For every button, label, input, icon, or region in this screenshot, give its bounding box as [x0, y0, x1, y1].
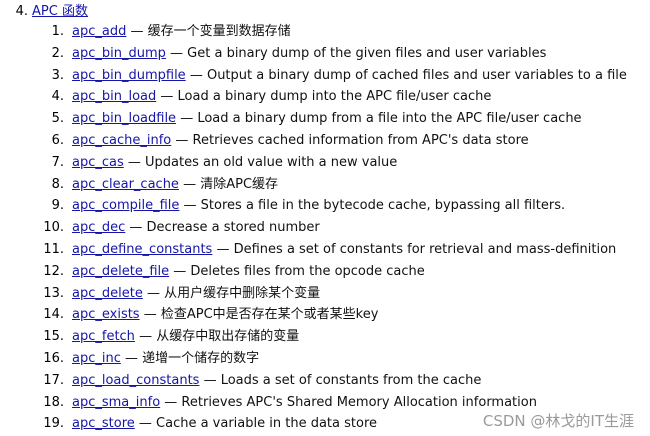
item-number: 5.: [51, 111, 64, 127]
list-item: 11. apc_define_constants — Defines a set …: [0, 239, 650, 261]
item-description: — Stores a file in the bytecode cache, b…: [183, 198, 566, 214]
function-link[interactable]: apc_bin_dump: [72, 46, 166, 61]
item-number: 6.: [51, 132, 64, 148]
function-link[interactable]: apc_inc: [72, 351, 121, 366]
item-number: 16.: [43, 350, 64, 366]
item-description: — Output a binary dump of cached files a…: [189, 67, 627, 83]
item-number: 17.: [43, 372, 64, 388]
item-number: 4.: [51, 89, 64, 105]
function-link[interactable]: apc_cache_info: [72, 133, 171, 148]
list-item: 9. apc_compile_file — Stores a file in th…: [0, 195, 650, 217]
list-item: 17. apc_load_constants — Loads a set of c…: [0, 370, 650, 392]
list-item: 13. apc_delete — 从用户缓存中删除某个变量: [0, 283, 650, 305]
list-item: 10. apc_dec — Decrease a stored number: [0, 217, 650, 239]
item-description: — Get a binary dump of the given files a…: [170, 45, 547, 61]
item-number: 13.: [43, 285, 64, 301]
function-link[interactable]: apc_store: [72, 416, 135, 431]
function-link[interactable]: apc_define_constants: [72, 242, 212, 257]
item-description: — Updates an old value with a new value: [127, 154, 398, 170]
list-item: 15. apc_fetch — 从缓存中取出存储的变量: [0, 326, 650, 348]
function-link[interactable]: apc_load_constants: [72, 373, 199, 388]
item-number: 8.: [51, 176, 64, 192]
function-link[interactable]: apc_cas: [72, 155, 124, 170]
item-number: 10.: [43, 220, 64, 236]
item-description: — Load a binary dump into the APC file/u…: [160, 89, 492, 105]
list-item: 6. apc_cache_info — Retrieves cached info…: [0, 130, 650, 152]
item-description: — Load a binary dump from a file into th…: [180, 111, 582, 127]
function-link[interactable]: apc_compile_file: [72, 198, 179, 213]
list-item: 7. apc_cas — Updates an old value with a …: [0, 152, 650, 174]
item-description: — Deletes files from the opcode cache: [173, 263, 425, 279]
item-number: 12.: [43, 263, 64, 279]
function-link[interactable]: apc_bin_dumpfile: [72, 68, 186, 83]
list-item: 5. apc_bin_loadfile — Load a binary dump …: [0, 108, 650, 130]
item-description: — Decrease a stored number: [129, 220, 320, 236]
list-item: 18. apc_sma_info — Retrieves APC's Shared…: [0, 392, 650, 414]
section-number: 4.: [15, 4, 28, 19]
item-number: 15.: [43, 329, 64, 345]
function-list: 1. apc_add — 缓存一个变量到数据存储 2. apc_bin_dump —…: [0, 21, 650, 435]
function-link[interactable]: apc_add: [72, 24, 126, 39]
item-description: — Retrieves cached information from APC'…: [175, 132, 529, 148]
item-number: 11.: [43, 241, 64, 257]
function-link[interactable]: apc_bin_loadfile: [72, 111, 176, 126]
item-description: — 从用户缓存中删除某个变量: [146, 285, 321, 301]
function-link[interactable]: apc_fetch: [72, 329, 135, 344]
function-link[interactable]: apc_exists: [72, 307, 140, 322]
item-number: 2.: [51, 45, 64, 61]
item-description: — 从缓存中取出存储的变量: [139, 329, 300, 345]
function-link[interactable]: apc_delete: [72, 286, 143, 301]
function-link[interactable]: apc_clear_cache: [72, 177, 179, 192]
item-number: 14.: [43, 307, 64, 323]
function-link[interactable]: apc_dec: [72, 220, 125, 235]
item-description: — Loads a set of constants from the cach…: [203, 372, 482, 388]
item-description: — Cache a variable in the data store: [138, 416, 378, 432]
item-number: 9.: [51, 198, 64, 214]
item-number: 1.: [51, 24, 64, 39]
item-description: — 缓存一个变量到数据存储: [130, 24, 291, 39]
section-list: 4. APC 函数 1. apc_add — 缓存一个变量到数据存储 2. apc_b…: [0, 2, 650, 435]
item-description: — 递增一个储存的数字: [125, 350, 260, 366]
list-item: 14. apc_exists — 检查APC中是否存在某个或者某些key: [0, 304, 650, 326]
list-item: 2. apc_bin_dump — Get a binary dump of th…: [0, 43, 650, 65]
item-description: — 检查APC中是否存在某个或者某些key: [143, 307, 379, 323]
item-number: 19.: [43, 416, 64, 432]
item-number: 3.: [51, 67, 64, 83]
item-description: — 清除APC缓存: [183, 176, 279, 192]
function-link[interactable]: apc_bin_load: [72, 89, 156, 104]
item-description: — Defines a set of constants for retriev…: [216, 241, 617, 257]
list-item: 4. apc_bin_load — Load a binary dump into…: [0, 86, 650, 108]
item-number: 7.: [51, 154, 64, 170]
list-item: 12. apc_delete_file — Deletes files from …: [0, 261, 650, 283]
csdn-watermark: CSDN @林戈的IT生涯: [482, 412, 634, 430]
list-item: 16. apc_inc — 递增一个储存的数字: [0, 348, 650, 370]
list-item: 3. apc_bin_dumpfile — Output a binary dum…: [0, 65, 650, 87]
function-link[interactable]: apc_delete_file: [72, 264, 169, 279]
section-heading: 4. APC 函数: [0, 2, 650, 21]
function-link[interactable]: apc_sma_info: [72, 395, 160, 410]
section-title-link[interactable]: APC 函数: [32, 4, 88, 19]
list-item: 8. apc_clear_cache — 清除APC缓存: [0, 174, 650, 196]
item-description: — Retrieves APC's Shared Memory Allocati…: [164, 394, 537, 410]
list-item: 1. apc_add — 缓存一个变量到数据存储: [0, 21, 650, 43]
item-number: 18.: [43, 394, 64, 410]
